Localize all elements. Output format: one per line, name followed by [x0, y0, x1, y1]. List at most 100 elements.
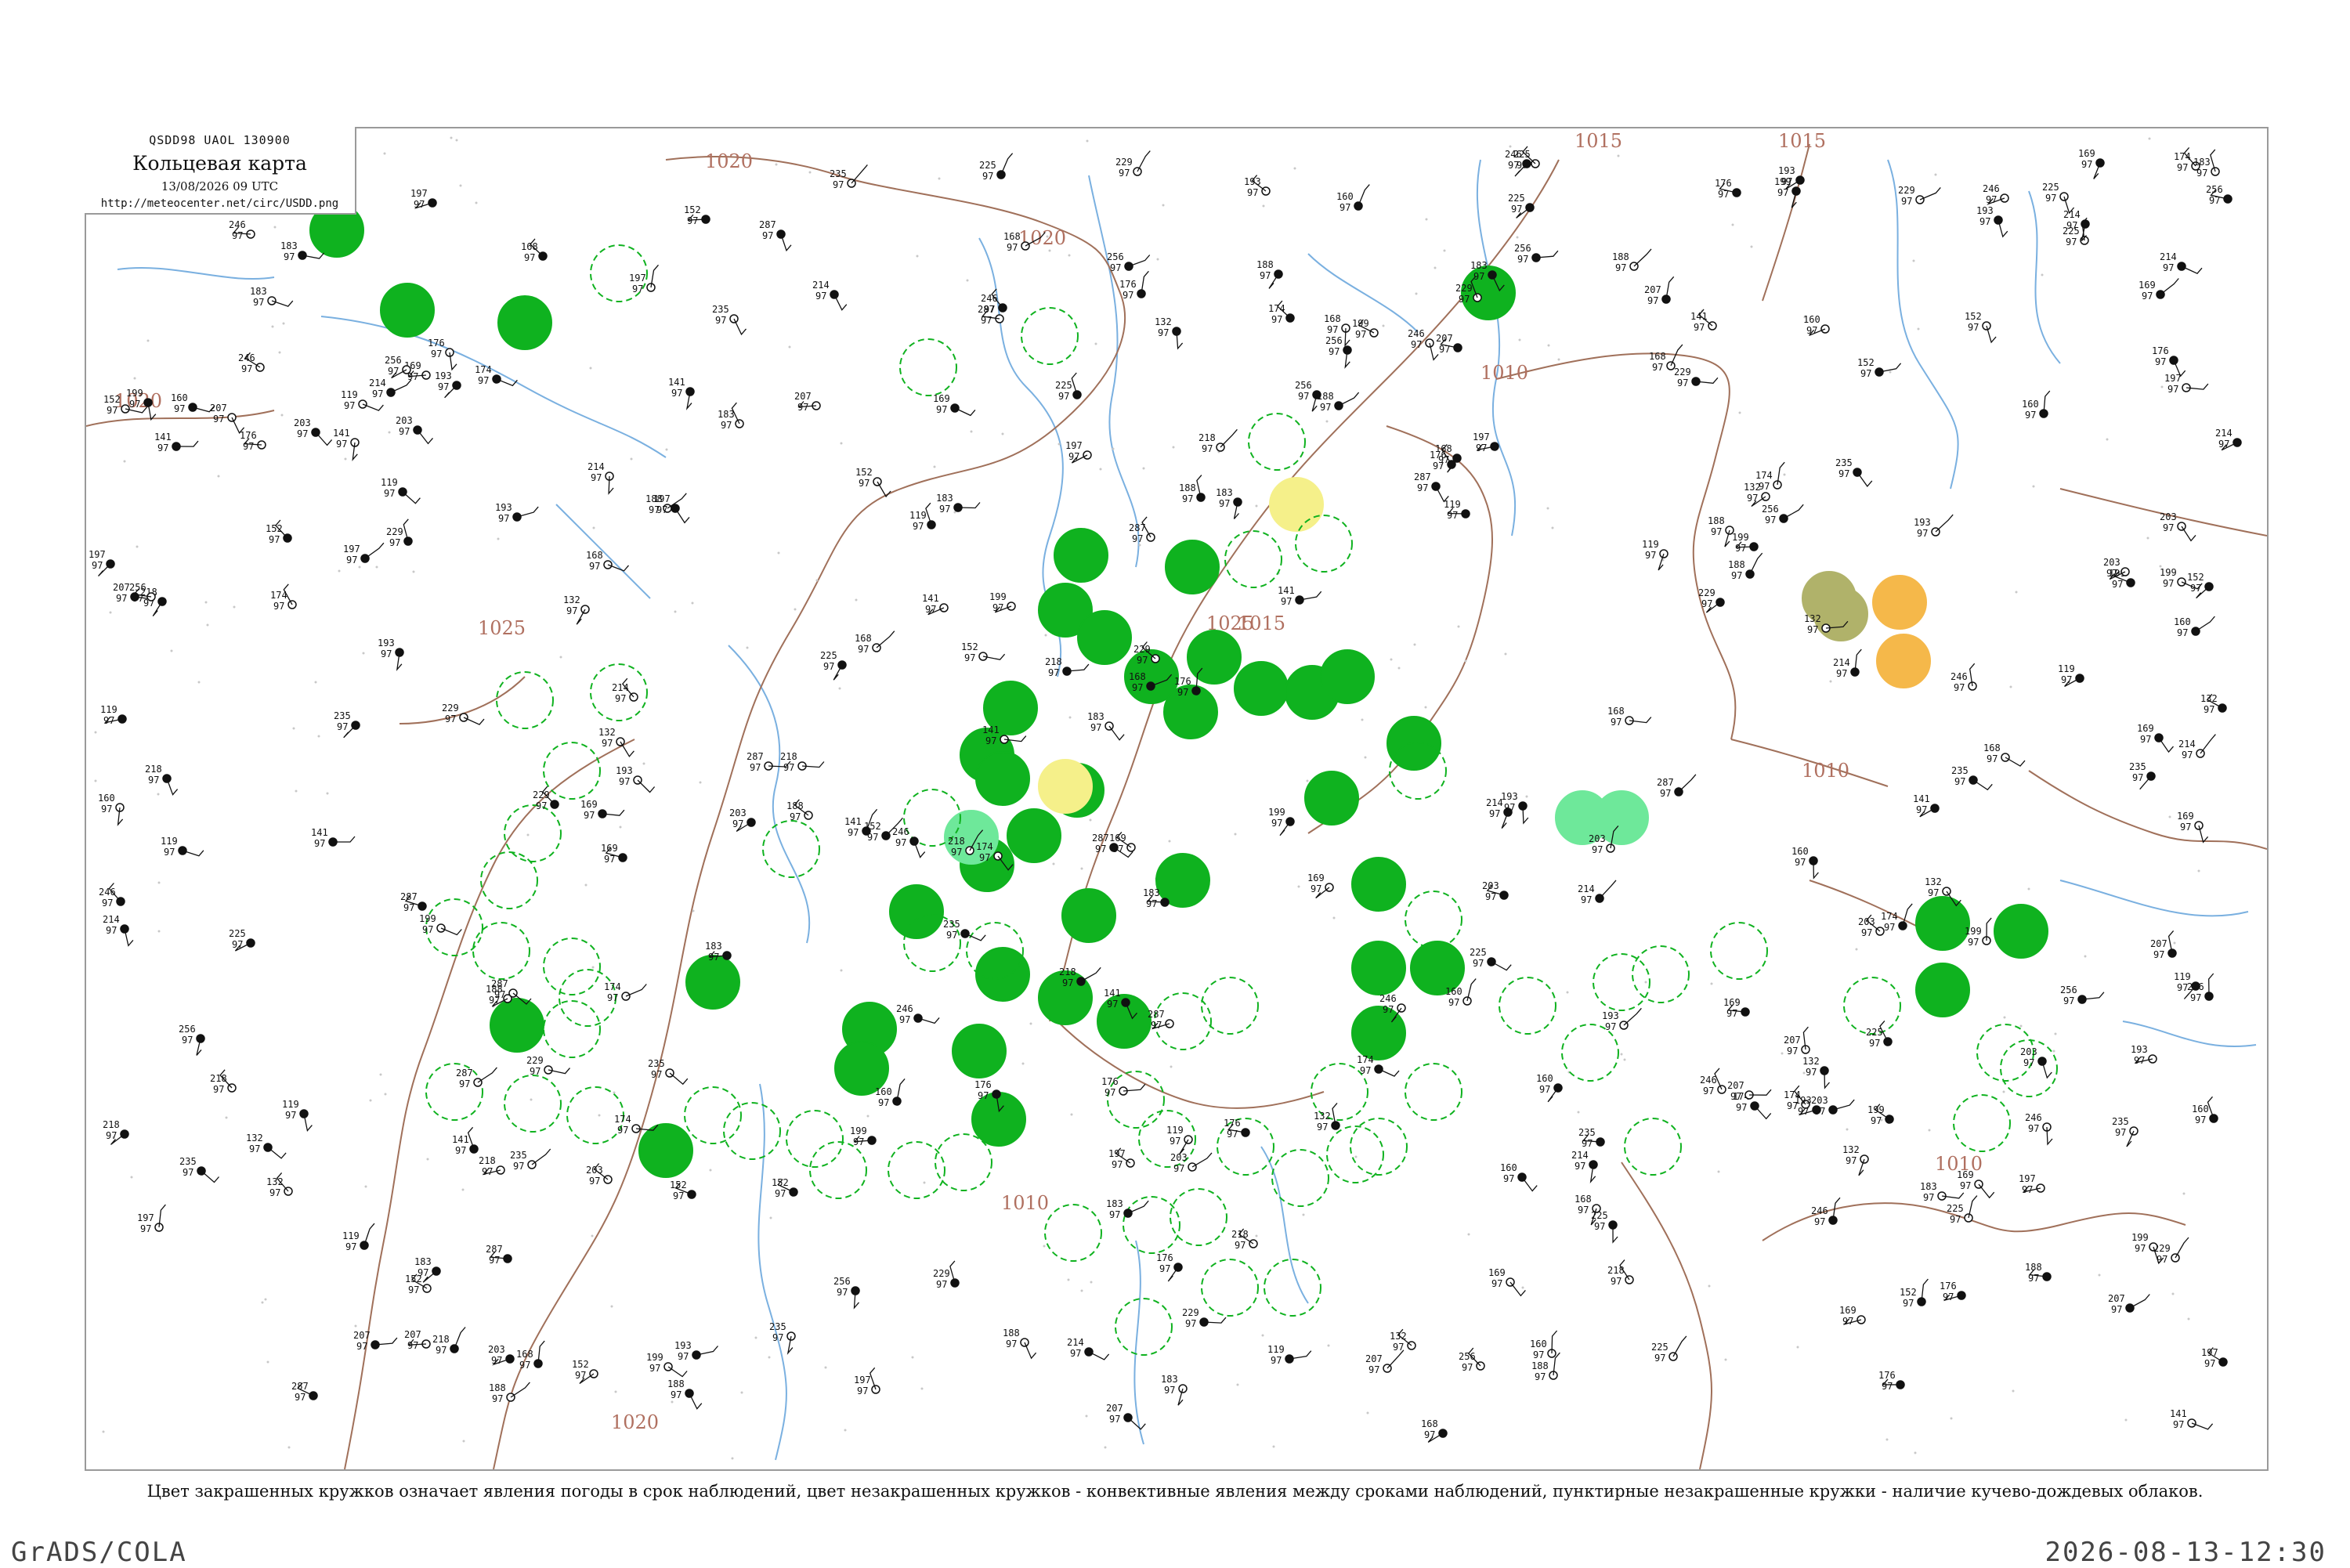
- station-plot[interactable]: 11997: [1642, 539, 1668, 571]
- station-plot[interactable]: 11997: [2058, 663, 2084, 687]
- station-plot[interactable]: 19797: [410, 188, 437, 210]
- station-plot[interactable]: 19397: [1602, 1007, 1642, 1032]
- station-plot[interactable]: 16997: [933, 393, 976, 417]
- station-plot[interactable]: 17497: [604, 981, 647, 1003]
- station-plot[interactable]: 25697: [2187, 973, 2214, 1003]
- station-plot[interactable]: 19997: [989, 591, 1016, 613]
- station-plot[interactable]: 19397: [378, 638, 404, 671]
- station-plot[interactable]: 23597: [1578, 1127, 1605, 1149]
- station-plot[interactable]: 17497: [1881, 903, 1913, 933]
- station-plot[interactable]: 20797: [794, 391, 821, 413]
- station-plot[interactable]: 28797: [1129, 516, 1155, 544]
- station-plot[interactable]: 28797: [400, 891, 427, 913]
- station-plot[interactable]: 21497: [2160, 251, 2203, 274]
- station-plot[interactable]: 22997: [1182, 1307, 1227, 1329]
- station-plot[interactable]: 24697: [896, 1003, 940, 1025]
- station-plot[interactable]: 20797: [2108, 1293, 2150, 1315]
- station-plot[interactable]: 16097: [1536, 1073, 1563, 1103]
- station-plot[interactable]: 18897: [1708, 515, 1734, 547]
- station-plot[interactable]: 14197: [922, 593, 949, 616]
- station-plot[interactable]: 16897: [1607, 706, 1652, 728]
- station-plot[interactable]: 21497: [1833, 649, 1862, 679]
- station-plot[interactable]: 17697: [1224, 1118, 1250, 1140]
- station-plot[interactable]: 17497: [270, 583, 297, 612]
- station-plot[interactable]: 23597: [943, 919, 986, 941]
- station-plot[interactable]: 25697: [2206, 184, 2232, 206]
- station-plot[interactable]: 28797: [456, 1067, 497, 1089]
- station-plot[interactable]: 18397: [1161, 1374, 1188, 1406]
- station-plot[interactable]: 20797: [1436, 333, 1462, 355]
- station-plot[interactable]: 24697: [2025, 1112, 2053, 1146]
- station-plot[interactable]: 16997: [1488, 1267, 1526, 1297]
- station-plot[interactable]: 14197: [1690, 309, 1717, 333]
- station-plot[interactable]: 22597: [1651, 1335, 1687, 1364]
- station-plot[interactable]: 19397: [495, 502, 539, 524]
- station-plot[interactable]: 24697: [1983, 183, 2009, 205]
- station-plot[interactable]: 23597: [2129, 761, 2156, 790]
- station-plot[interactable]: 19797: [343, 542, 385, 565]
- station-plot[interactable]: 21897: [1045, 656, 1090, 678]
- station-plot[interactable]: 16997: [1839, 1305, 1866, 1327]
- station-plot[interactable]: 11997: [1267, 1344, 1312, 1366]
- station-plot[interactable]: 21497: [1067, 1337, 1110, 1360]
- station-plot[interactable]: 16897: [1983, 742, 2026, 767]
- station-plot[interactable]: 24697: [229, 219, 255, 241]
- station-plot[interactable]: 17497: [475, 364, 518, 387]
- station-plot[interactable]: 16097: [171, 392, 215, 414]
- station-plot[interactable]: 18897: [786, 799, 813, 822]
- station-plot[interactable]: 15297: [266, 519, 292, 545]
- station-plot[interactable]: 28797: [1148, 1009, 1174, 1031]
- station-plot[interactable]: 16997: [2138, 278, 2179, 302]
- station-plot[interactable]: 21497: [612, 677, 638, 704]
- station-plot[interactable]: 22597: [229, 928, 255, 952]
- station-plot[interactable]: 18397: [1216, 487, 1242, 519]
- station-plot[interactable]: 16097: [1803, 314, 1830, 336]
- station-plot[interactable]: 22597: [1508, 193, 1535, 219]
- station-plot[interactable]: 19797: [2019, 1173, 2045, 1195]
- station-plot[interactable]: 19397: [674, 1340, 718, 1362]
- station-plot[interactable]: 25697: [1325, 335, 1352, 369]
- station-plot[interactable]: 17497: [1268, 300, 1295, 325]
- station-plot[interactable]: 13297: [1390, 1328, 1416, 1353]
- station-plot[interactable]: 19797: [1065, 440, 1092, 464]
- station-plot[interactable]: 21897: [479, 1155, 505, 1177]
- station-plot[interactable]: 22597: [1470, 947, 1512, 971]
- station-plot[interactable]: 21897: [210, 1069, 237, 1095]
- station-plot[interactable]: 20797: [404, 1329, 431, 1351]
- station-plot[interactable]: 24697: [238, 352, 265, 374]
- station-plot[interactable]: 20397: [396, 415, 433, 445]
- station-plot[interactable]: 15297: [1857, 357, 1902, 379]
- station-plot[interactable]: 18397: [2193, 149, 2220, 179]
- station-plot[interactable]: 17697: [1940, 1281, 1966, 1302]
- station-plot[interactable]: 11997: [282, 1099, 313, 1133]
- station-plot[interactable]: 16997: [2177, 811, 2209, 844]
- station-plot[interactable]: 15297: [961, 641, 1006, 663]
- station-plot[interactable]: 13297: [1802, 1056, 1830, 1089]
- station-plot[interactable]: 19397: [1778, 165, 1805, 190]
- station-plot[interactable]: 18897: [1728, 552, 1763, 581]
- station-plot[interactable]: 18897: [667, 1378, 703, 1410]
- station-plot[interactable]: 14197: [2170, 1408, 2214, 1430]
- station-plot[interactable]: 16097: [1530, 1330, 1558, 1360]
- station-plot[interactable]: 13297: [1842, 1144, 1869, 1176]
- station-plot[interactable]: 11997: [161, 836, 204, 858]
- station-plot[interactable]: 13297: [1155, 316, 1184, 350]
- station-plot[interactable]: 19797: [89, 549, 115, 577]
- station-plot[interactable]: 19397: [435, 370, 461, 399]
- station-plot[interactable]: 23597: [2112, 1116, 2138, 1147]
- station-plot[interactable]: 20797: [1365, 1349, 1405, 1375]
- station-plot[interactable]: 20797: [2150, 930, 2177, 960]
- synoptic-map[interactable]: 1020 1020 1020 1015 1015 1015 1010 1010 …: [86, 128, 2267, 1469]
- station-plot[interactable]: 16097: [1791, 846, 1819, 880]
- station-plot[interactable]: 17697: [1715, 178, 1741, 200]
- station-plot[interactable]: 14197: [1278, 585, 1322, 607]
- station-plot[interactable]: 22597: [820, 650, 847, 681]
- station-plot[interactable]: 19997: [1867, 1104, 1894, 1126]
- station-plot[interactable]: 23597: [712, 304, 747, 336]
- station-plot[interactable]: 14197: [452, 1126, 479, 1156]
- station-plot[interactable]: 20397: [729, 807, 756, 833]
- station-plot[interactable]: 14197: [333, 428, 360, 461]
- station-plot[interactable]: 11997: [1166, 1125, 1193, 1155]
- station-plot[interactable]: 15297: [1965, 311, 1997, 344]
- station-plot[interactable]: 18397: [250, 286, 294, 308]
